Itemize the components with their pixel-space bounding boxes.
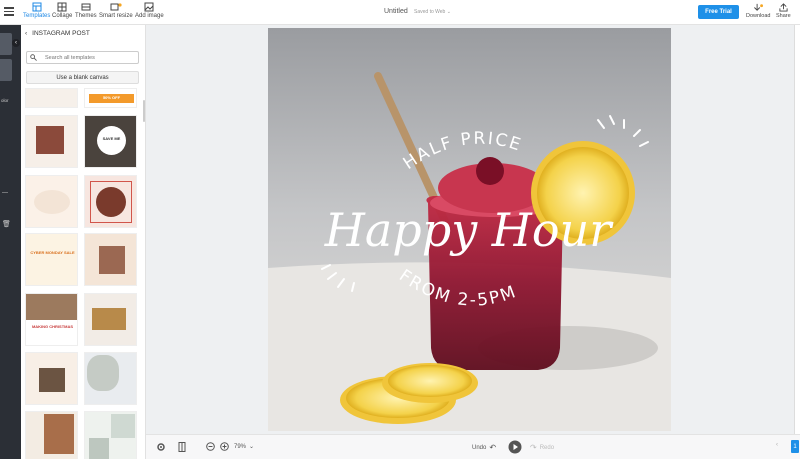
smart-resize-tool[interactable]: Smart resize <box>99 2 133 23</box>
menu-icon[interactable] <box>4 7 14 16</box>
play-button[interactable] <box>508 440 522 454</box>
templates-panel: ‹ INSTAGRAM POST Use a blank canvas 50% … <box>21 25 146 459</box>
blank-canvas-button[interactable]: Use a blank canvas <box>26 71 139 84</box>
template-thumbnail[interactable] <box>25 411 78 459</box>
happy-hour-image: HALF PRICE Happy Hour FROM 2-5PM <box>268 28 671 431</box>
mobile-preview-icon[interactable] <box>178 442 186 452</box>
page-number-badge[interactable]: 1 <box>791 440 799 453</box>
template-search[interactable] <box>26 51 139 64</box>
template-thumbnail[interactable] <box>25 352 78 405</box>
trash-icon[interactable]: 🗑 <box>2 220 11 228</box>
panel-header: ‹ INSTAGRAM POST <box>25 30 90 37</box>
zoom-level-dropdown[interactable]: 79% ⌄ <box>234 443 255 451</box>
chevron-down-icon: ⌄ <box>446 9 451 15</box>
collapse-panel-icon[interactable]: ‹ <box>12 39 20 47</box>
search-input[interactable] <box>45 54 135 61</box>
template-thumbnail[interactable] <box>84 233 137 286</box>
resize-icon <box>110 3 122 11</box>
template-thumbnail[interactable]: MAKING CHRISTMAS <box>25 293 78 346</box>
share-button[interactable]: Share <box>776 3 791 19</box>
undo-icon: ↶ <box>489 443 497 452</box>
share-icon <box>779 3 788 12</box>
bottom-bar: 79% ⌄ Undo ↶ ↷ Redo ‹ 1 <box>146 434 800 459</box>
add-image-icon <box>144 2 154 12</box>
undo-button[interactable]: Undo ↶ <box>472 443 496 452</box>
right-panel-edge <box>794 25 800 434</box>
zoom-in-icon[interactable] <box>220 442 229 451</box>
minus-icon[interactable]: — <box>2 190 8 196</box>
add-image-tool[interactable]: Add image <box>135 2 164 23</box>
side-strip: olor — 🗑 <box>0 25 21 459</box>
template-thumbnail[interactable] <box>84 411 137 459</box>
template-thumbnail[interactable]: CYBER MONDAY SALE <box>25 233 78 286</box>
side-tab-one[interactable] <box>0 33 12 55</box>
templates-icon <box>32 2 42 12</box>
template-thumbnail[interactable]: SAVE ME <box>84 115 137 168</box>
side-tab-two[interactable] <box>0 59 12 81</box>
templates-tool[interactable]: Templates <box>23 2 50 23</box>
collage-tool[interactable]: Collage <box>52 2 72 23</box>
themes-tool[interactable]: Themes <box>75 2 97 23</box>
template-thumbnail[interactable] <box>25 115 78 168</box>
download-button[interactable]: Download <box>746 3 770 19</box>
zoom-out-icon[interactable] <box>206 442 215 451</box>
chevron-down-icon: ⌄ <box>249 444 255 450</box>
template-thumbnail[interactable] <box>25 88 78 108</box>
free-trial-button[interactable]: Free Trial <box>698 5 739 19</box>
template-thumbnail[interactable] <box>84 175 137 228</box>
redo-icon: ↷ <box>530 443 537 452</box>
top-bar: Templates Collage Themes Smart resize Ad… <box>0 0 800 25</box>
redo-button[interactable]: ↷ Redo <box>530 443 554 452</box>
side-strip-label: olor <box>1 98 9 103</box>
themes-icon <box>81 3 91 11</box>
template-thumbnail[interactable]: 50% OFF <box>84 88 137 108</box>
back-icon[interactable]: ‹ <box>25 30 27 37</box>
template-thumbnail[interactable] <box>84 293 137 346</box>
collage-icon <box>57 2 67 12</box>
play-icon <box>508 440 522 454</box>
save-status: Saved to Web ⌄ <box>414 9 451 15</box>
settings-icon[interactable] <box>156 442 166 452</box>
download-icon <box>754 3 764 11</box>
search-icon <box>30 54 37 61</box>
panel-scrollbar[interactable] <box>143 100 145 122</box>
document-title[interactable]: Untitled <box>384 8 408 15</box>
template-thumbnail[interactable] <box>25 175 78 228</box>
prev-page-icon[interactable]: ‹ <box>776 442 778 448</box>
happy-hour-text: Happy Hour <box>324 203 614 257</box>
template-thumbnail[interactable] <box>84 352 137 405</box>
design-canvas[interactable]: HALF PRICE Happy Hour FROM 2-5PM <box>268 28 671 431</box>
